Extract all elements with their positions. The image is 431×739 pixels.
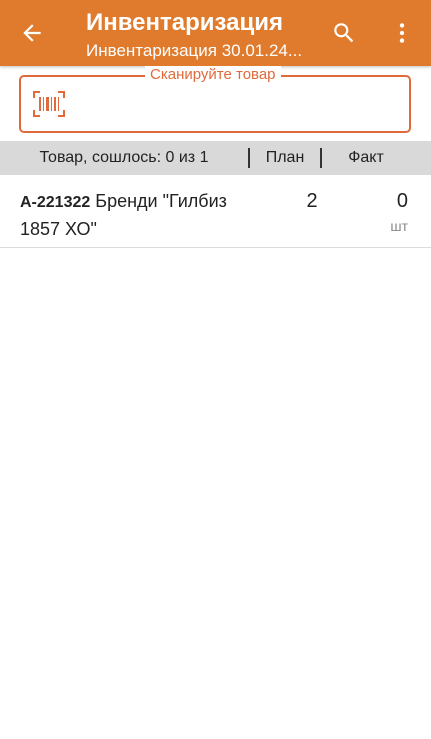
scan-input[interactable] <box>77 87 401 121</box>
header-fact: Факт <box>348 149 384 166</box>
back-button[interactable] <box>10 11 54 55</box>
page-title: Инвентаризация <box>86 9 284 36</box>
app-bar-titles: Инвентаризация Инвентаризация 30.01.24..… <box>86 8 316 62</box>
arrow-back-icon <box>23 24 41 42</box>
overflow-menu-button[interactable] <box>380 11 424 55</box>
app-screen: Инвентаризация Инвентаризация 30.01.24..… <box>0 0 431 739</box>
search-button[interactable] <box>322 11 366 55</box>
search-icon <box>334 23 354 43</box>
fact-quantity: 0 <box>396 190 408 212</box>
plan-quantity: 2 <box>306 190 318 212</box>
product-name: А-221322 Бренди "Гилбиз 1857 ХО" <box>20 188 260 242</box>
scan-field-label: Сканируйте товар <box>145 66 281 84</box>
header-plan: План <box>265 149 305 166</box>
table-row[interactable]: А-221322 Бренди "Гилбиз 1857 ХО" 2 0 шт <box>0 176 431 248</box>
table-header: Товар, сошлось: 0 из 1 План Факт <box>0 141 431 175</box>
more-vert-icon <box>399 23 405 43</box>
unit-label: шт <box>390 218 408 234</box>
header-product: Товар, сошлось: 0 из 1 <box>39 149 209 166</box>
page-subtitle: Инвентаризация 30.01.24... <box>86 41 303 60</box>
barcode-icon <box>33 91 65 117</box>
product-code: А-221322 <box>20 194 91 211</box>
app-bar: Инвентаризация Инвентаризация 30.01.24..… <box>0 0 431 66</box>
scan-field[interactable]: Сканируйте товар <box>19 66 411 133</box>
